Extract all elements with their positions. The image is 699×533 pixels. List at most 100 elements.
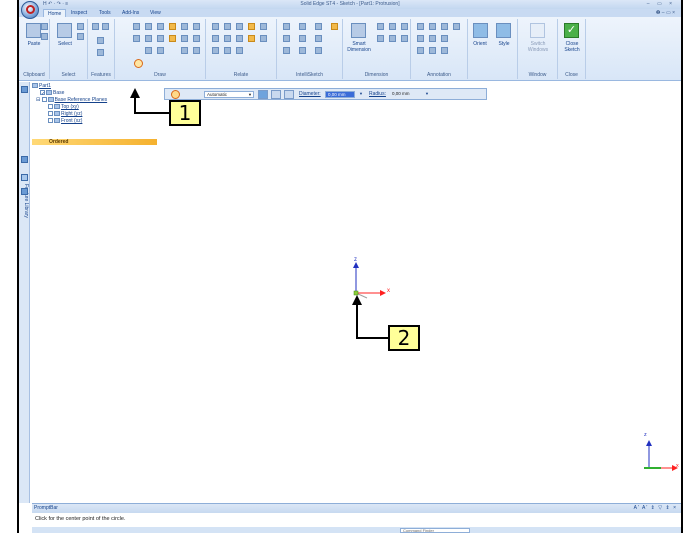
trim-icon[interactable] [145,35,152,42]
perpendicular-icon[interactable] [260,35,267,42]
tree-ref-planes-node[interactable]: ⊟ Base Reference Planes [36,97,107,103]
smart-dimension-icon[interactable] [351,23,366,38]
tangent-snap-icon[interactable] [283,35,290,42]
fill-icon[interactable] [169,23,176,30]
angle-between-icon[interactable] [389,23,396,30]
tree-base-node[interactable]: ✓ Base [40,90,64,97]
extend-icon[interactable] [157,35,164,42]
sensors-icon[interactable] [21,174,28,181]
text-icon[interactable] [441,35,448,42]
radius-field[interactable]: 0,00 mm [390,91,420,98]
coordinate-dimension-icon[interactable] [401,23,408,30]
point-on-snap-icon[interactable] [315,35,322,42]
distance-between-icon[interactable] [377,23,384,30]
horizontal-vertical-icon[interactable] [212,35,219,42]
circle-by-center-icon[interactable] [134,59,143,68]
ordered-marker[interactable]: Ordered [32,139,157,145]
layers-icon[interactable] [21,156,28,163]
arc-icon[interactable] [145,23,152,30]
visibility-checkbox[interactable] [48,118,53,124]
select-filter-icon[interactable] [77,23,84,30]
intersection-snap-icon[interactable] [315,23,322,30]
command-finder-input[interactable]: Command Finder [400,528,470,533]
collinear-icon[interactable] [212,47,219,54]
mirror-icon[interactable] [181,23,188,30]
tree-plane-right[interactable]: Right (yz) [48,111,82,117]
rectangle-icon[interactable] [133,35,140,42]
tab-tools[interactable]: Tools [95,9,115,17]
parallel-icon[interactable] [236,35,243,42]
switch-windows-icon[interactable] [530,23,545,38]
tree-plane-top[interactable]: Top (xy) [48,104,79,110]
relationship-handles-icon[interactable] [224,47,231,54]
line-icon[interactable] [133,23,140,30]
line-color-button[interactable] [258,90,268,99]
tab-add-ins[interactable]: Add-Ins [118,9,143,17]
highlight-icon[interactable] [331,23,338,30]
application-button[interactable] [21,1,39,19]
radius-dropdown-icon[interactable]: ▼ [425,91,429,96]
feature-control-frame-icon[interactable] [417,35,424,42]
move-icon[interactable] [181,35,188,42]
offset-icon[interactable] [193,23,200,30]
protrusion-icon[interactable] [92,23,99,30]
dimension-style-icon[interactable] [401,35,408,42]
curve-icon[interactable] [157,23,164,30]
weld-symbol-icon[interactable] [417,47,424,54]
chamfer-icon[interactable] [145,47,152,54]
scale-icon[interactable] [181,47,188,54]
diameter-dropdown-icon[interactable]: ▼ [359,91,363,96]
alignment-snap-icon[interactable] [283,47,290,54]
concentric-icon[interactable] [236,23,243,30]
surface-texture-icon[interactable] [453,23,460,30]
cutout-icon[interactable] [102,23,109,30]
datum-target-icon[interactable] [441,47,448,54]
quick-access-toolbar[interactable]: H ↶ · ↷ · ≡ [43,1,68,7]
callout-icon[interactable] [429,23,436,30]
symmetric-diameter-icon[interactable] [377,35,384,42]
tree-plane-front[interactable]: Front (xz) [48,118,82,124]
balloon-icon[interactable] [441,23,448,30]
rotate-icon[interactable] [193,35,200,42]
prompt-bar-controls[interactable]: A' A' ⇕ ▽ ⇕ × [634,504,677,513]
pathfinder-icon[interactable] [21,86,28,93]
paste-icon[interactable] [26,23,41,38]
select-arrow-icon[interactable] [57,23,72,38]
connect-icon[interactable] [212,23,219,30]
symmetric-icon[interactable] [248,35,255,42]
endpoint-snap-icon[interactable] [283,23,290,30]
silhouette-snap-icon[interactable] [299,35,306,42]
tab-home[interactable]: Home [43,9,67,17]
select-tool-icon[interactable] [77,33,84,40]
tangent-icon[interactable] [224,23,231,30]
tree-part-node[interactable]: Part1 [32,83,51,89]
relationship-assistant-icon[interactable] [236,47,243,54]
copy-icon[interactable] [41,33,48,40]
visibility-checkbox[interactable]: ✓ [40,90,45,97]
orient-icon[interactable] [473,23,488,38]
style-icon[interactable] [496,23,511,38]
lock-icon[interactable] [248,23,255,30]
perpendicular-snap-icon[interactable] [299,47,306,54]
leader-icon[interactable] [417,23,424,30]
visibility-checkbox[interactable] [48,111,53,117]
chamfer-dimension-icon[interactable] [389,35,396,42]
tab-view[interactable]: View [146,9,165,17]
tab-inspect[interactable]: Inspect [67,9,91,17]
diameter-field[interactable]: 0,00 mm [325,91,355,98]
mode-select[interactable]: Automatic ▼ [204,91,254,98]
help-controls[interactable]: ❷ – ▭ × [656,9,675,17]
equal-icon[interactable] [224,35,231,42]
family-of-parts-icon[interactable] [21,188,28,195]
hole-icon[interactable] [97,37,104,44]
sketch-origin-triad[interactable] [339,250,399,315]
intellisketch-options-icon[interactable] [315,47,322,54]
close-sketch-check-icon[interactable]: ✓ [564,23,579,38]
window-controls[interactable]: – ▭ × [647,1,675,7]
point-icon[interactable] [169,35,176,42]
cut-icon[interactable] [41,23,48,30]
line-type-button[interactable] [271,90,281,99]
edge-condition-icon[interactable] [429,47,436,54]
round-icon[interactable] [97,49,104,56]
stretch-icon[interactable] [193,47,200,54]
